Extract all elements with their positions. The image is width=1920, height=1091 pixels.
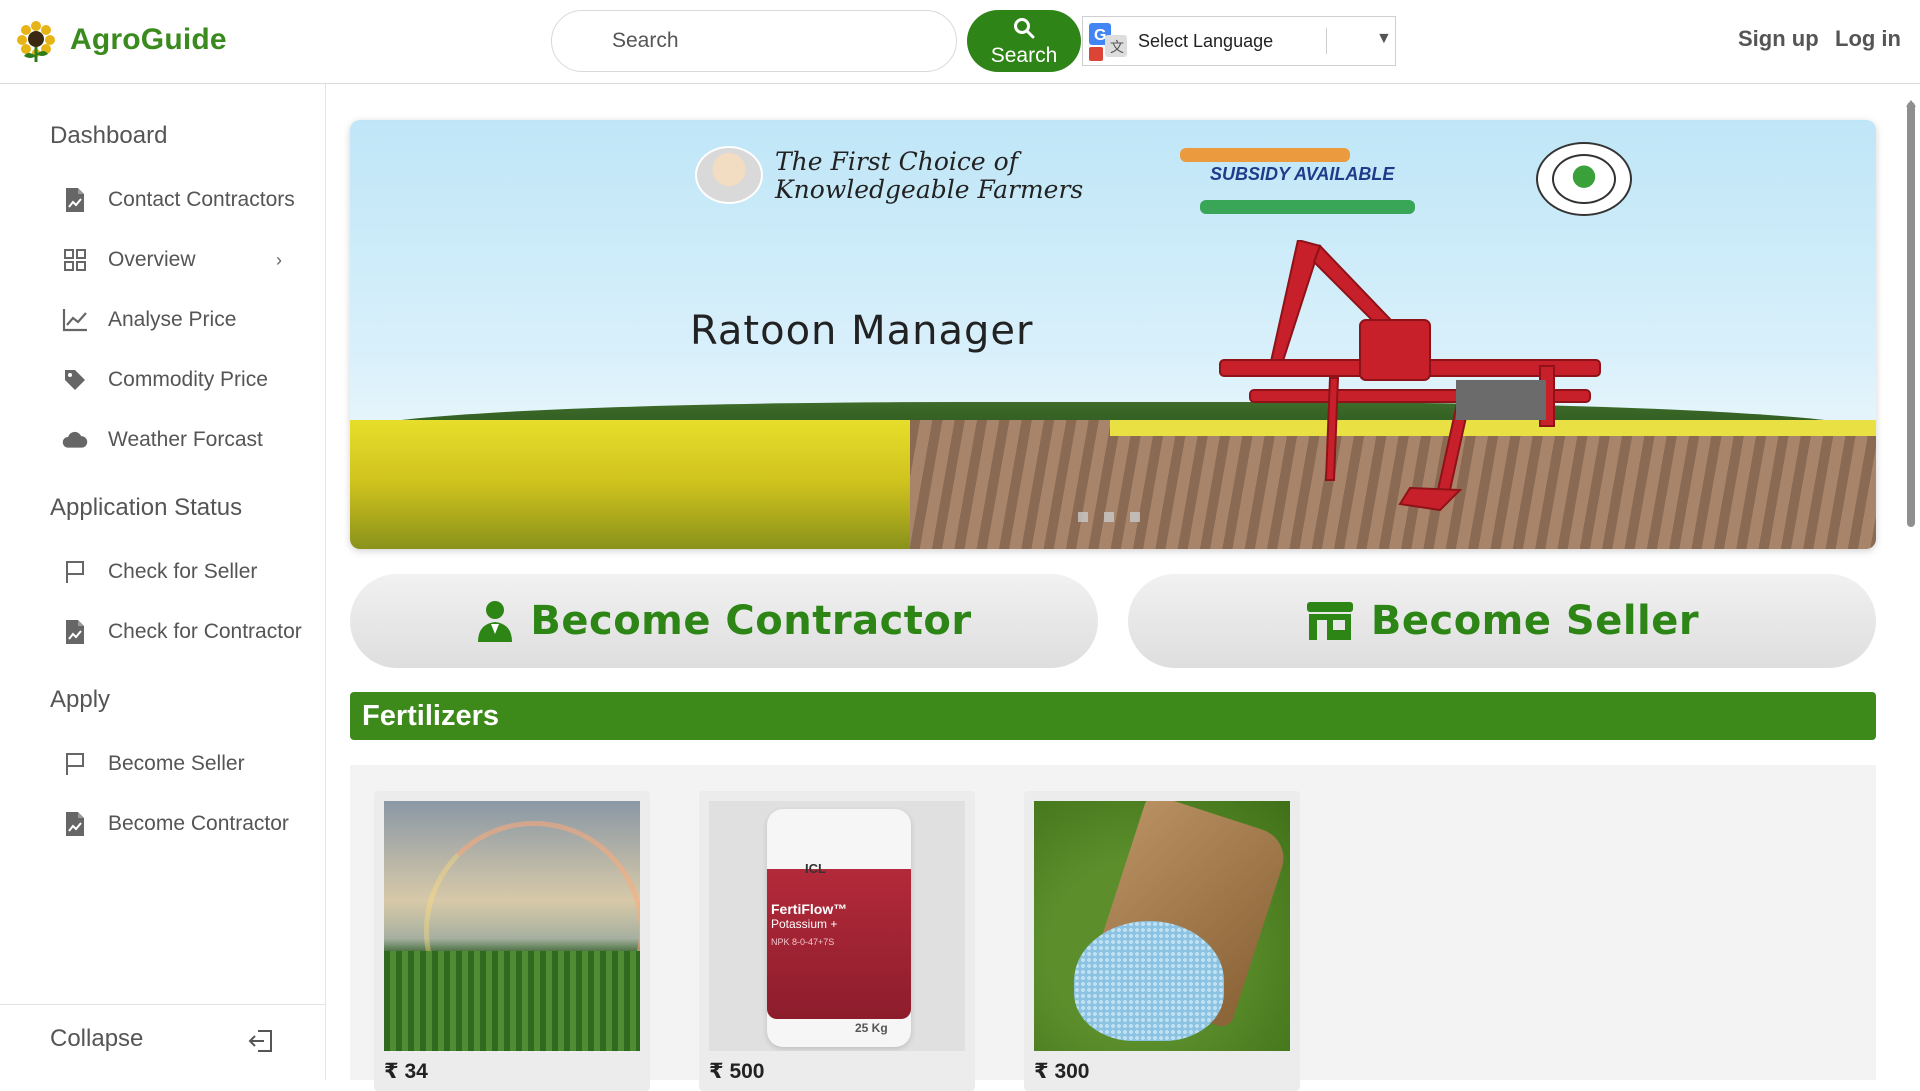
google-translate-icon: G 文 (1089, 23, 1127, 61)
slide-dot[interactable] (1104, 512, 1114, 522)
sidebar-item-label: Overview (108, 248, 196, 271)
search-button[interactable]: Search (967, 10, 1081, 72)
store-icon (1306, 602, 1353, 640)
language-divider (1326, 28, 1327, 54)
slide-dot[interactable] (1078, 512, 1088, 522)
sidebar-item-label: Become Contractor (108, 812, 289, 835)
document-icon (62, 619, 88, 645)
product-image-fertiflow-bag: ICL FertiFlow™ Potassium + NPK 8-0-47+7S… (709, 801, 965, 1051)
flag-stripe-green (1200, 200, 1415, 214)
bag-weight: 25 Kg (855, 1021, 888, 1035)
svg-text:G: G (1094, 27, 1106, 44)
flag-icon (62, 559, 88, 585)
sidebar-item-label: Contact Contractors (108, 188, 295, 211)
collapse-icon (248, 1030, 272, 1052)
search-icon (1014, 18, 1035, 39)
slide-indicators (1078, 512, 1140, 522)
collapse-button[interactable]: Collapse (0, 1004, 326, 1080)
sidebar-item-label: Check for Contractor (108, 620, 302, 643)
sidebar: Dashboard Contact Contractors Overview ›… (0, 84, 326, 1080)
section-title-dashboard: Dashboard (50, 122, 168, 149)
signup-link[interactable]: Sign up (1738, 26, 1819, 52)
founder-avatar (695, 146, 763, 204)
become-seller-button[interactable]: Become Seller (1128, 574, 1876, 668)
chart-icon (62, 307, 88, 333)
slide-dot[interactable] (1130, 512, 1140, 522)
document-icon (62, 187, 88, 213)
product-card[interactable]: ₹ 300 (1024, 791, 1300, 1091)
chevron-right-icon: › (276, 249, 282, 270)
page-scrollbar[interactable] (1902, 84, 1920, 1080)
product-price: ₹ 300 (1034, 1060, 1090, 1083)
product-price: ₹ 34 (384, 1060, 428, 1083)
document-icon (62, 811, 88, 837)
section-title-application-status: Application Status (50, 494, 243, 521)
bag-brand-label: ICL (805, 861, 826, 876)
sidebar-item-check-for-seller[interactable]: Check for Seller (62, 554, 322, 590)
product-image-rainbow-field (384, 801, 640, 1051)
search-input[interactable] (551, 10, 957, 72)
subsidy-label: SUBSIDY AVAILABLE (1210, 164, 1395, 184)
grid-icon (62, 247, 88, 273)
search-button-label: Search (990, 44, 1058, 67)
hero-banner[interactable]: The First Choice of Knowledgeable Farmer… (350, 120, 1876, 549)
section-title-apply: Apply (50, 686, 111, 713)
sidebar-item-overview[interactable]: Overview › (62, 242, 322, 278)
bag-product-name: FertiFlow™ (771, 901, 848, 917)
sidebar-item-label: Analyse Price (108, 308, 237, 331)
product-card[interactable]: ICL FertiFlow™ Potassium + NPK 8-0-47+7S… (699, 791, 975, 1091)
sidebar-item-label: Weather Forcast (108, 428, 263, 451)
sidebar-item-become-contractor[interactable]: Become Contractor (62, 806, 322, 842)
banner-tagline: The First Choice of Knowledgeable Farmer… (775, 148, 1083, 204)
tag-icon (62, 367, 88, 393)
brand-logo[interactable]: AgroGuide (14, 18, 227, 62)
collapse-label: Collapse (50, 1025, 144, 1052)
section-title: Fertilizers (362, 700, 499, 732)
flag-stripe-saffron (1180, 148, 1350, 162)
sidebar-item-check-for-contractor[interactable]: Check for Contractor (62, 614, 322, 650)
sidebar-item-label: Become Seller (108, 752, 245, 775)
product-price: ₹ 500 (709, 1060, 765, 1083)
contractor-person-icon (478, 601, 513, 642)
dropdown-caret-icon: ▼ (1376, 30, 1392, 47)
scrollbar-thumb[interactable] (1907, 102, 1915, 527)
tagline-line-1: The First Choice of (775, 147, 1018, 176)
banner-product-title: Ratoon Manager (690, 308, 1034, 354)
sidebar-item-contact-contractors[interactable]: Contact Contractors (62, 182, 322, 218)
become-seller-label: Become Seller (1370, 598, 1700, 644)
product-card[interactable]: ₹ 34 (374, 791, 650, 1091)
become-contractor-label: Become Contractor (530, 598, 972, 644)
certification-seal-icon (1536, 142, 1632, 216)
language-label: Select Language (1138, 31, 1274, 51)
brand-name: AgroGuide (70, 23, 227, 56)
tagline-line-2: Knowledgeable Farmers (775, 175, 1084, 204)
become-contractor-button[interactable]: Become Contractor (350, 574, 1098, 668)
sidebar-item-label: Commodity Price (108, 368, 268, 391)
sidebar-item-weather-forcast[interactable]: Weather Forcast (62, 422, 322, 458)
ratoon-manager-machine (1219, 240, 1601, 512)
fertilizers-section-header: Fertilizers (350, 692, 1876, 740)
flag-icon (62, 751, 88, 777)
cloud-icon (62, 427, 88, 453)
login-link[interactable]: Log in (1835, 26, 1901, 52)
svg-text:文: 文 (1110, 39, 1124, 55)
product-grid: ₹ 34 ICL FertiFlow™ Potassium + NPK 8-0-… (350, 765, 1876, 1091)
bag-product-spec: NPK 8-0-47+7S (771, 937, 835, 947)
sidebar-item-commodity-price[interactable]: Commodity Price (62, 362, 322, 398)
sidebar-item-become-seller[interactable]: Become Seller (62, 746, 322, 782)
sidebar-item-analyse-price[interactable]: Analyse Price (62, 302, 322, 338)
top-header: AgroGuide Search G 文 Select Language ▼ S… (0, 0, 1920, 84)
sunflower-icon (17, 21, 55, 62)
language-select[interactable]: G 文 Select Language ▼ (1082, 16, 1396, 66)
sidebar-item-label: Check for Seller (108, 560, 258, 583)
bag-product-name-2: Potassium + (771, 917, 838, 931)
product-image-fertilizer-sack (1034, 801, 1290, 1051)
